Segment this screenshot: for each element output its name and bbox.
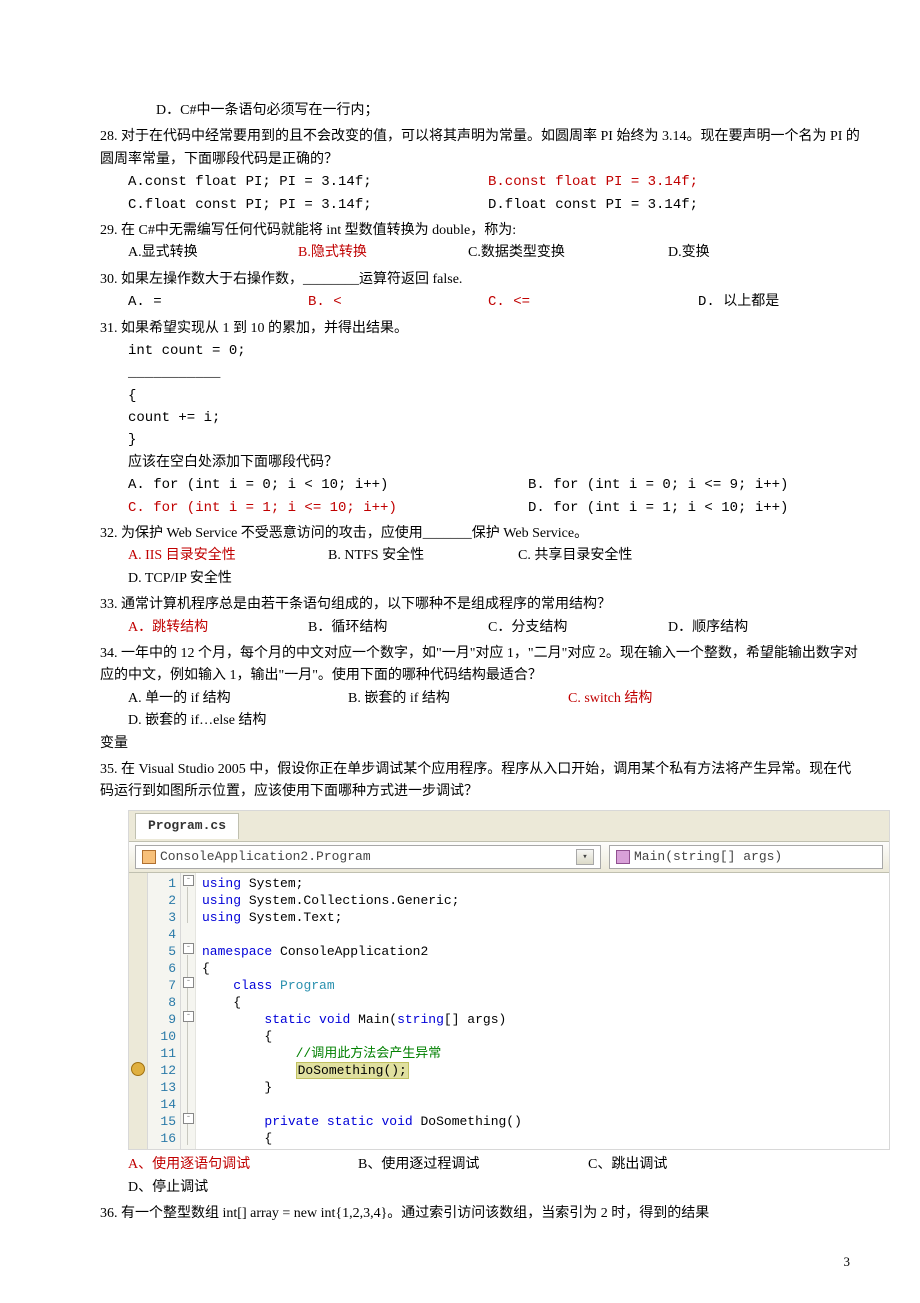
q28-num: 28. xyxy=(100,129,118,144)
ide-current-line: DoSomething(); xyxy=(296,1062,409,1079)
q35-a: A、使用逐语句调试 xyxy=(128,1154,358,1176)
q29-text: 在 C#中无需编写任何代码就能将 int 型数值转换为 double，称为: xyxy=(121,223,516,238)
q34-b: B. 嵌套的 if 结构 xyxy=(348,688,568,710)
q28-c: C.float const PI; PI = 3.14f; xyxy=(128,194,488,216)
q32-d: D. TCP/IP 安全性 xyxy=(128,568,262,590)
ide-method-dropdown: Main(string[] args) xyxy=(609,845,883,870)
question-33: 33. 通常计算机程序总是由若干条语句组成的，以下哪种不是组成程序的常用结构？ … xyxy=(100,594,860,639)
ide-dd1: ConsoleApplication2.Program xyxy=(160,847,371,868)
q28-text: 对于在代码中经常要用到的且不会改变的值，可以将其声明为常量。如圆周率 PI 始终… xyxy=(100,129,860,166)
q35-num: 35. xyxy=(100,762,118,777)
q31-a: A. for (int i = 0; i < 10; i++) xyxy=(128,474,528,496)
q31-l3: { xyxy=(100,385,860,407)
q33-b: B．循环结构 xyxy=(308,617,488,639)
ide-tab-bar: Program.cs xyxy=(129,811,889,842)
ide-line-numbers: 1234 5678 9101112 13141516 xyxy=(148,873,181,1149)
ide-outline-gutter: - - - - - xyxy=(181,873,196,1149)
question-28: 28. 对于在代码中经常要用到的且不会改变的值，可以将其声明为常量。如圆周率 P… xyxy=(100,126,860,216)
chevron-down-icon: ▾ xyxy=(576,849,594,865)
question-31: 31. 如果希望实现从 1 到 10 的累加，并得出结果。 int count … xyxy=(100,318,860,520)
q33-num: 33. xyxy=(100,597,118,612)
question-32: 32. 为保护 Web Service 不受恶意访问的攻击，应使用_______… xyxy=(100,523,860,590)
q30-c: C. <= xyxy=(488,291,698,313)
q31-d: D. for (int i = 1; i < 10; i++) xyxy=(528,497,818,519)
q31-l1: int count = 0; xyxy=(100,340,860,362)
ide-breakpoint-gutter xyxy=(129,873,148,1149)
q29-num: 29. xyxy=(100,223,118,238)
q29-d: D.变换 xyxy=(668,242,740,264)
question-30: 30. 如果左操作数大于右操作数，________运算符返回 false. A.… xyxy=(100,269,860,314)
q28-a: A.const float PI; PI = 3.14f; xyxy=(128,171,488,193)
class-icon xyxy=(142,850,156,864)
q31-l4: count += i; xyxy=(100,407,860,429)
q35-c: C、跳出调试 xyxy=(588,1154,778,1176)
question-29: 29. 在 C#中无需编写任何代码就能将 int 型数值转换为 double，称… xyxy=(100,220,860,265)
ide-comment: //调用此方法会产生异常 xyxy=(296,1046,442,1061)
ide-tab: Program.cs xyxy=(135,813,239,839)
question-35: 35. 在 Visual Studio 2005 中，假设你正在单步调试某个应用… xyxy=(100,759,860,1199)
q31-l5: } xyxy=(100,429,860,451)
ide-class-dropdown: ConsoleApplication2.Program ▾ xyxy=(135,845,601,870)
q32-a: A. IIS 目录安全性 xyxy=(128,545,328,567)
q31-b: B. for (int i = 0; i <= 9; i++) xyxy=(528,474,818,496)
q34-var: 变量 xyxy=(100,733,860,755)
ide-dd2: Main(string[] args) xyxy=(634,847,782,868)
q34-c: C. switch 结构 xyxy=(568,688,768,710)
q28-b: B.const float PI = 3.14f; xyxy=(488,171,728,193)
q31-prompt: 应该在空白处添加下面哪段代码？ xyxy=(100,452,860,474)
ide-screenshot: Program.cs ConsoleApplication2.Program ▾… xyxy=(128,810,890,1151)
q36-num: 36. xyxy=(100,1206,118,1221)
page-number: 3 xyxy=(844,1252,851,1273)
q32-c: C. 共享目录安全性 xyxy=(518,545,728,567)
ide-code: using System; using System.Collections.G… xyxy=(196,873,889,1149)
q29-b: B.隐式转换 xyxy=(298,242,468,264)
q28-d: D.float const PI = 3.14f; xyxy=(488,194,728,216)
q30-d: D. 以上都是 xyxy=(698,291,809,313)
breakpoint-icon xyxy=(131,1062,145,1076)
q30-b: B. < xyxy=(308,291,488,313)
q31-c: C. for (int i = 1; i <= 10; i++) xyxy=(128,497,528,519)
q34-text: 一年中的 12 个月，每个月的中文对应一个数字，如"一月"对应 1，"二月"对应… xyxy=(100,646,858,683)
q34-num: 34. xyxy=(100,646,118,661)
q30-a: A. = xyxy=(128,291,308,313)
q31-text: 如果希望实现从 1 到 10 的累加，并得出结果。 xyxy=(121,321,408,336)
q31-num: 31. xyxy=(100,321,118,336)
method-icon xyxy=(616,850,630,864)
q32-text: 为保护 Web Service 不受恶意访问的攻击，应使用_______保护 W… xyxy=(121,526,588,541)
q33-a: A．跳转结构 xyxy=(128,617,308,639)
q33-text: 通常计算机程序总是由若干条语句组成的，以下哪种不是组成程序的常用结构？ xyxy=(121,597,611,612)
q35-d: D、停止调试 xyxy=(128,1177,238,1199)
question-34: 34. 一年中的 12 个月，每个月的中文对应一个数字，如"一月"对应 1，"二… xyxy=(100,643,860,755)
q29-c: C.数据类型变换 xyxy=(468,242,668,264)
q34-a: A. 单一的 if 结构 xyxy=(128,688,348,710)
q35-b: B、使用逐过程调试 xyxy=(358,1154,588,1176)
q33-c: C．分支结构 xyxy=(488,617,668,639)
q35-text: 在 Visual Studio 2005 中，假设你正在单步调试某个应用程序。程… xyxy=(100,762,851,799)
q32-b: B. NTFS 安全性 xyxy=(328,545,518,567)
question-36: 36. 有一个整型数组 int[] array = new int{1,2,3,… xyxy=(100,1203,860,1225)
q34-d: D. 嵌套的 if…else 结构 xyxy=(128,710,296,732)
q27d: D．C#中一条语句必须写在一行内； xyxy=(100,100,860,122)
q30-text: 如果左操作数大于右操作数，________运算符返回 false. xyxy=(121,272,462,287)
ide-nav-bar: ConsoleApplication2.Program ▾ Main(strin… xyxy=(129,842,889,874)
q29-a: A.显式转换 xyxy=(128,242,298,264)
q31-l2: ___________ xyxy=(100,362,860,384)
q36-text: 有一个整型数组 int[] array = new int{1,2,3,4}。通… xyxy=(121,1206,709,1221)
q33-d: D．顺序结构 xyxy=(668,617,778,639)
q32-num: 32. xyxy=(100,526,118,541)
q30-num: 30. xyxy=(100,272,118,287)
